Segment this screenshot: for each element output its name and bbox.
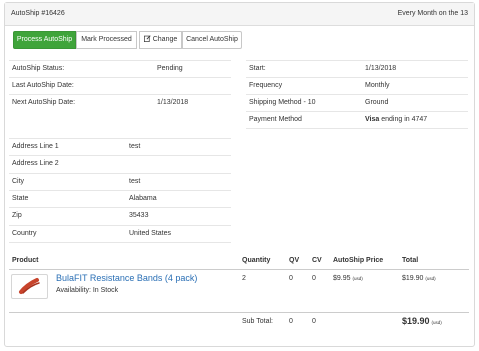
column-header-qv: QV: [289, 257, 300, 264]
item-total-currency: (usd): [425, 276, 436, 281]
start-label: Start:: [249, 65, 266, 72]
process-autoship-button[interactable]: Process AutoShip: [13, 31, 76, 49]
status-value: Pending: [157, 65, 183, 72]
column-header-total: Total: [402, 257, 419, 264]
autoship-title: AutoShip #16426: [11, 10, 65, 17]
shipping-method-label: Shipping Method - 10: [249, 99, 316, 106]
item-quantity: 2: [242, 275, 246, 282]
column-header-quantity: Quantity: [242, 257, 271, 264]
item-price: $9.95 (usd): [333, 275, 363, 282]
change-label: Change: [152, 36, 178, 43]
country-value: United States: [129, 230, 172, 237]
address-line2-row: Address Line 2: [9, 155, 231, 172]
card-ending: ending in 4747: [379, 116, 428, 123]
column-header-price: AutoShip Price: [333, 257, 384, 264]
card-brand: Visa: [365, 116, 380, 123]
frequency-value: Monthly: [365, 82, 390, 89]
next-date-row: Next AutoShip Date: 1/13/2018: [9, 94, 231, 111]
table-header-divider: [9, 269, 469, 270]
frequency-row: Frequency Monthly: [246, 77, 468, 94]
address-line2-label: Address Line 2: [12, 160, 59, 167]
next-date-value: 1/13/2018: [157, 99, 189, 106]
state-label: State: [12, 195, 29, 202]
payment-method-row: Payment Method Visa ending in 4747: [246, 111, 468, 128]
product-name-link[interactable]: BulaFIT Resistance Bands (4 pack): [56, 273, 197, 283]
next-date-label: Next AutoShip Date:: [12, 99, 76, 106]
item-total-value: $19.90: [402, 275, 424, 282]
status-label: AutoShip Status:: [12, 65, 65, 72]
state-value: Alabama: [129, 195, 157, 202]
city-value: test: [129, 178, 141, 185]
address-line1-value: test: [129, 143, 141, 150]
item-cv: 0: [312, 275, 316, 282]
country-row: Country United States: [9, 225, 231, 242]
divider: [9, 242, 231, 243]
resistance-band-image: [19, 278, 40, 294]
change-button[interactable]: Change: [139, 31, 182, 49]
column-header-product: Product: [12, 257, 39, 264]
product-thumbnail[interactable]: [11, 274, 48, 299]
zip-row: Zip 35433: [9, 207, 231, 224]
divider: [246, 128, 468, 129]
status-row: AutoShip Status: Pending: [9, 60, 231, 77]
start-value: 1/13/2018: [365, 65, 397, 72]
autoship-schedule: Every Month on the 13: [397, 10, 468, 17]
panel-header: AutoShip #16426 Every Month on the 13: [5, 3, 474, 26]
subtotal-total-value: $19.90: [402, 316, 430, 326]
subtotal-cv: 0: [312, 318, 316, 325]
city-row: City test: [9, 173, 231, 190]
zip-label: Zip: [12, 212, 22, 219]
subtotal-total: $19.90 (usd): [402, 316, 442, 326]
country-label: Country: [12, 230, 37, 237]
item-qv: 0: [289, 275, 293, 282]
column-header-cv: CV: [312, 257, 322, 264]
last-date-row: Last AutoShip Date:: [9, 77, 231, 94]
item-price-value: $9.95: [333, 275, 351, 282]
subtotal-qv: 0: [289, 318, 293, 325]
address-line1-row: Address Line 1 test: [9, 138, 231, 155]
zip-value: 35433: [129, 212, 149, 219]
subtotal-label: Sub Total:: [242, 318, 274, 325]
shipping-method-row: Shipping Method - 10 Ground: [246, 94, 468, 111]
state-row: State Alabama: [9, 190, 231, 207]
address-line1-label: Address Line 1: [12, 143, 59, 150]
item-price-currency: (usd): [352, 276, 363, 281]
city-label: City: [12, 178, 25, 185]
item-total: $19.90 (usd): [402, 275, 436, 282]
payment-method-value: Visa ending in 4747: [365, 116, 427, 123]
cancel-autoship-button[interactable]: Cancel AutoShip: [182, 31, 242, 49]
product-availability: Availability: In Stock: [56, 287, 119, 294]
shipping-method-value: Ground: [365, 99, 389, 106]
mark-processed-button[interactable]: Mark Processed: [76, 31, 137, 49]
edit-icon: [143, 35, 151, 42]
frequency-label: Frequency: [249, 82, 283, 89]
payment-method-label: Payment Method: [249, 116, 302, 123]
subtotal-divider: [9, 312, 469, 313]
start-row: Start: 1/13/2018: [246, 60, 468, 77]
subtotal-total-currency: (usd): [431, 320, 442, 325]
last-date-label: Last AutoShip Date:: [12, 82, 74, 89]
